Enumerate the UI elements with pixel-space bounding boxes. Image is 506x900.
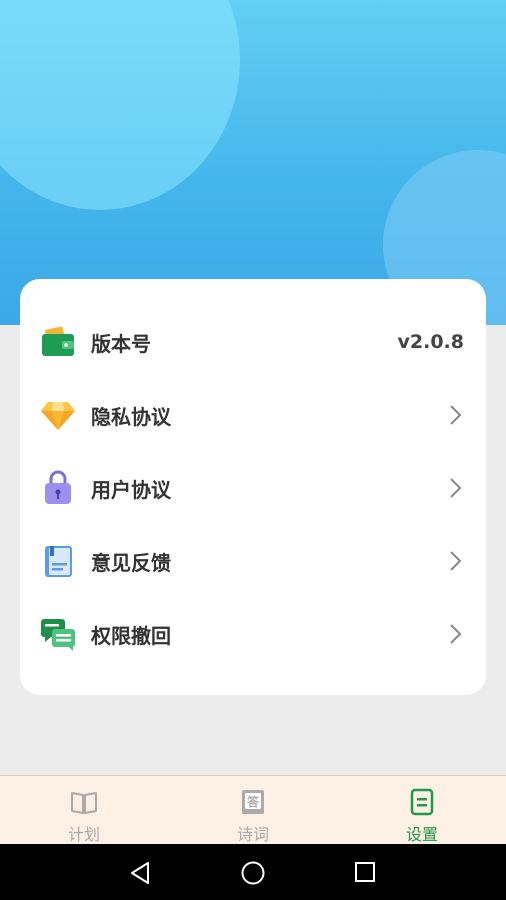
tab-label: 计划 — [67, 825, 100, 844]
system-nav-bar — [0, 844, 506, 900]
svg-text:答: 答 — [247, 794, 260, 809]
settings-label: 意见反馈 — [91, 550, 171, 575]
settings-label: 隐私协议 — [91, 404, 171, 429]
home-icon[interactable] — [240, 860, 266, 886]
header-banner — [0, 0, 506, 325]
chat-icon — [41, 619, 75, 651]
notebook-icon — [45, 546, 72, 577]
recents-icon[interactable] — [353, 860, 377, 884]
decorative-bubble — [0, 0, 240, 210]
chevron-right-icon — [450, 551, 462, 571]
chevron-right-icon — [450, 478, 462, 498]
bottom-tab-bar: 计划 答 诗词 设置 — [0, 775, 506, 844]
settings-row-user-agreement[interactable]: 用户协议 — [20, 458, 486, 518]
settings-row-privacy[interactable]: 隐私协议 — [20, 385, 486, 445]
settings-card: 版本号 v2.0.8 隐私协议 用户协议 意见反馈 权限撤回 — [20, 279, 486, 695]
tab-label: 诗词 — [236, 825, 269, 844]
settings-row-feedback[interactable]: 意见反馈 — [20, 531, 486, 591]
answer-book-icon: 答 — [242, 790, 264, 814]
chevron-right-icon — [450, 405, 462, 425]
chevron-right-icon — [450, 624, 462, 644]
settings-row-version[interactable]: 版本号 v2.0.8 — [20, 312, 486, 372]
wallet-icon — [42, 326, 74, 356]
settings-label: 用户协议 — [91, 477, 171, 502]
tab-settings[interactable]: 设置 — [338, 776, 506, 845]
diamond-icon — [41, 402, 75, 430]
settings-label: 权限撤回 — [91, 623, 171, 648]
document-icon — [410, 788, 434, 816]
tab-plan[interactable]: 计划 — [0, 776, 168, 845]
tab-poetry[interactable]: 答 诗词 — [169, 776, 337, 845]
back-icon[interactable] — [128, 860, 154, 886]
lock-bag-icon — [45, 470, 71, 504]
settings-row-permission-revoke[interactable]: 权限撤回 — [20, 604, 486, 664]
settings-label: 版本号 — [91, 331, 151, 356]
version-value: v2.0.8 — [397, 331, 464, 353]
tab-label: 设置 — [405, 825, 438, 844]
book-icon — [71, 792, 97, 814]
